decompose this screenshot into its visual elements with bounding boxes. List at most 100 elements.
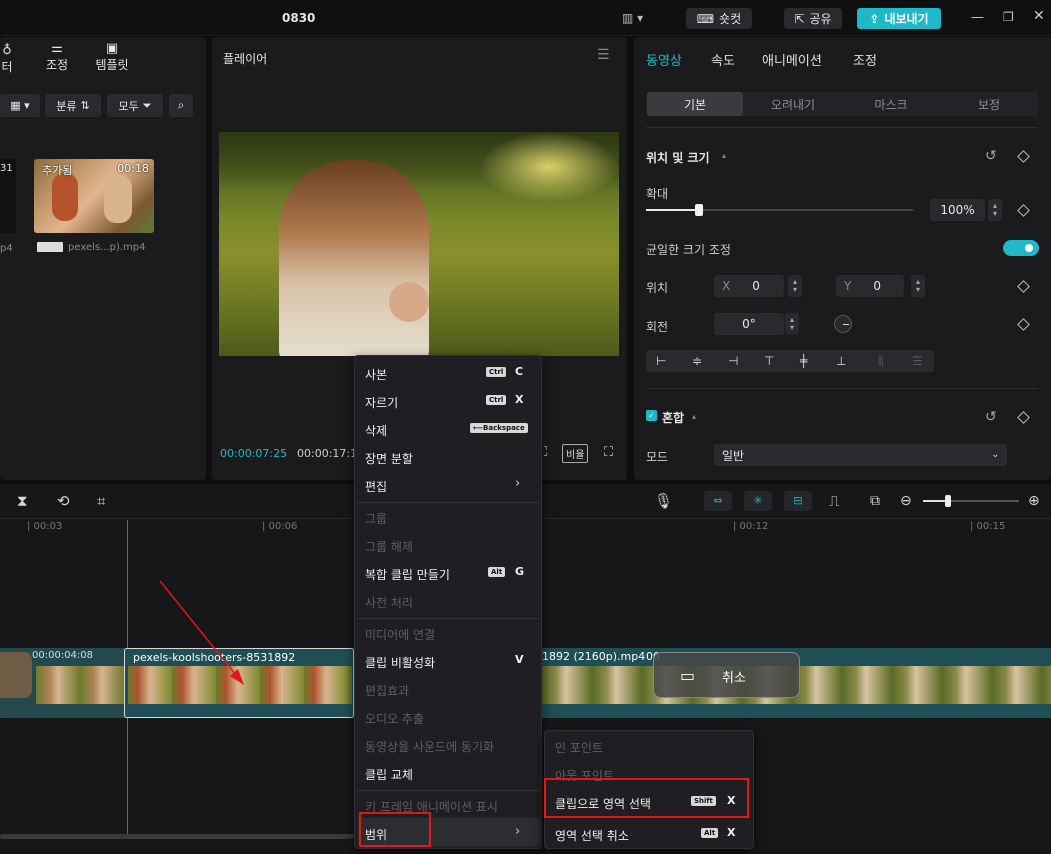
position-y-stepper[interactable]: ▴ ▾: [911, 275, 925, 297]
person-figure: [104, 175, 132, 223]
reset-icon[interactable]: ↺: [985, 409, 997, 425]
tab-video[interactable]: 동영상: [646, 50, 682, 69]
view-toggle[interactable]: ▦ ▾: [0, 94, 40, 117]
collapse-icon[interactable]: ▴: [692, 412, 696, 421]
microphone-icon[interactable]: 🎙: [654, 494, 673, 509]
fullscreen-icon[interactable]: ⛶: [604, 445, 613, 460]
uniform-scale-toggle[interactable]: [1003, 240, 1039, 256]
tab-speed[interactable]: 속도: [711, 50, 735, 69]
submenu-in-point[interactable]: 인 포인트: [555, 739, 603, 756]
scale-slider-handle[interactable]: [695, 204, 704, 216]
menu-sync-sound[interactable]: 동영상을 사운드에 동기화: [365, 738, 494, 755]
filter-icon: ⏷: [142, 98, 152, 112]
tab-media[interactable]: ♁ 터: [0, 43, 14, 75]
section-blend-title: 혼합: [662, 411, 685, 425]
split-icon[interactable]: ⎍: [829, 494, 840, 509]
close-icon[interactable]: ✕: [1033, 8, 1045, 24]
menu-compound-clip[interactable]: 복합 클립 만들기: [365, 566, 450, 583]
uniform-scale-label: 균일한 크기 조정: [646, 243, 731, 257]
tab-adjust[interactable]: 조정: [853, 50, 877, 69]
blend-checkbox[interactable]: ✓: [646, 410, 657, 421]
subtab-cutout[interactable]: 오려내기: [745, 92, 841, 116]
magnet-link-icon[interactable]: ⇔: [704, 491, 732, 511]
zoom-handle[interactable]: [945, 495, 951, 507]
sliders-icon: ⚌: [51, 41, 63, 56]
tab-adjust[interactable]: ⚌ 조정: [43, 41, 71, 73]
preview-icon[interactable]: ⧉: [870, 494, 880, 508]
submenu-clear-range[interactable]: 영역 선택 취소: [555, 827, 629, 844]
player-title: 플레이어: [223, 52, 268, 66]
zoom-out-icon[interactable]: ⊖: [900, 494, 912, 508]
menu-copy[interactable]: 사본: [365, 366, 387, 383]
auto-snap-icon[interactable]: ✳: [744, 491, 772, 511]
menu-cut[interactable]: 자르기: [365, 394, 398, 411]
subtab-correction[interactable]: 보정: [941, 92, 1037, 116]
menu-group[interactable]: 그룹: [365, 510, 387, 527]
menu-scene-split[interactable]: 장면 분할: [365, 450, 413, 467]
layout-icon[interactable]: ▥ ▾: [622, 11, 643, 25]
scale-slider[interactable]: [646, 204, 913, 216]
position-x-field[interactable]: X 0: [714, 275, 784, 297]
media-clip-thumbnail[interactable]: 추가됨 00:18: [34, 159, 154, 233]
menu-delete[interactable]: 삭제: [365, 422, 387, 439]
share-button[interactable]: ⇱ 공유: [784, 8, 842, 29]
shortcut-button[interactable]: ⌨ 숏컷: [686, 8, 752, 29]
mirror-icon[interactable]: ⧗: [17, 494, 28, 509]
zoom-slider[interactable]: [923, 495, 1019, 507]
menu-preprocess[interactable]: 사전 처리: [365, 594, 413, 611]
chevron-right-icon: ›: [515, 476, 521, 491]
subtab-mask[interactable]: 마스크: [843, 92, 939, 116]
align-left-icon[interactable]: ⊢: [656, 354, 666, 368]
scale-stepper[interactable]: ▴ ▾: [988, 199, 1002, 221]
media-clip-partial[interactable]: 31: [0, 159, 16, 233]
position-y-field[interactable]: Y 0: [836, 275, 904, 297]
annotation-arrow: [159, 580, 244, 685]
align-bottom-icon[interactable]: ⊥: [836, 354, 846, 368]
chevron-right-icon: ›: [515, 824, 521, 839]
minimize-icon[interactable]: —: [971, 10, 984, 25]
film-icon: ▭: [680, 666, 696, 685]
menu-ungroup[interactable]: 그룹 해제: [365, 538, 413, 555]
collapse-icon[interactable]: ▴: [722, 151, 726, 160]
cancel-toast[interactable]: ▭ 취소: [653, 652, 800, 698]
mode-select[interactable]: 일반 ⌄: [714, 444, 1007, 466]
distribute-h-icon[interactable]: ⫼: [878, 354, 884, 368]
align-center-h-icon[interactable]: ≑: [692, 354, 702, 368]
keyboard-icon: ⌨: [696, 11, 715, 26]
title-bar: 0830 ▥ ▾ ⌨ 숏컷 ⇱ 공유 ⇪ 내보내기 — ❐ ✕: [0, 0, 1051, 36]
restore-icon[interactable]: ❐: [1003, 10, 1014, 24]
align-center-v-icon[interactable]: ╪: [800, 354, 807, 368]
tab-templates[interactable]: ▣ 템플릿: [92, 41, 132, 73]
rotation-field[interactable]: 0°: [714, 313, 784, 335]
align-top-icon[interactable]: ⊤: [764, 354, 774, 368]
sort-button[interactable]: 분류 ⇅: [45, 94, 101, 117]
rotation-dial[interactable]: [834, 315, 852, 333]
subtab-basic[interactable]: 기본: [647, 92, 743, 116]
export-button[interactable]: ⇪ 내보내기: [857, 8, 941, 29]
menu-icon[interactable]: ☰: [597, 47, 610, 63]
link-icon[interactable]: ⊟: [784, 491, 812, 511]
menu-disable-clip[interactable]: 클립 비활성화: [365, 654, 435, 671]
menu-replace-clip[interactable]: 클립 교체: [365, 766, 413, 783]
tab-animation[interactable]: 애니메이션: [762, 50, 822, 69]
zoom-in-icon[interactable]: ⊕: [1028, 494, 1040, 508]
distribute-v-icon[interactable]: ☰: [912, 354, 923, 368]
menu-effects[interactable]: 편집효과: [365, 682, 409, 699]
menu-link-media[interactable]: 미디어에 연결: [365, 626, 435, 643]
align-right-icon[interactable]: ⊣: [728, 354, 738, 368]
highlight-range: [359, 812, 431, 847]
position-x-stepper[interactable]: ▴ ▾: [788, 275, 802, 297]
menu-extract-audio[interactable]: 오디오 추출: [365, 710, 424, 727]
rotate-icon[interactable]: ⟲: [57, 494, 70, 509]
filter-button[interactable]: 모두 ⏷: [107, 94, 163, 117]
timeline-scrollbar[interactable]: [0, 834, 354, 839]
menu-edit[interactable]: 편집: [365, 478, 387, 495]
crop-icon[interactable]: ⌗: [97, 494, 105, 509]
rotation-stepper[interactable]: ▴ ▾: [785, 313, 799, 335]
ratio-button[interactable]: 비율: [562, 444, 589, 463]
video-preview[interactable]: [219, 132, 619, 356]
scale-input[interactable]: 100%: [930, 199, 985, 221]
search-button[interactable]: ⌕: [169, 94, 193, 117]
media-clip-partial-name: p4: [0, 243, 13, 254]
reset-icon[interactable]: ↺: [985, 148, 997, 164]
